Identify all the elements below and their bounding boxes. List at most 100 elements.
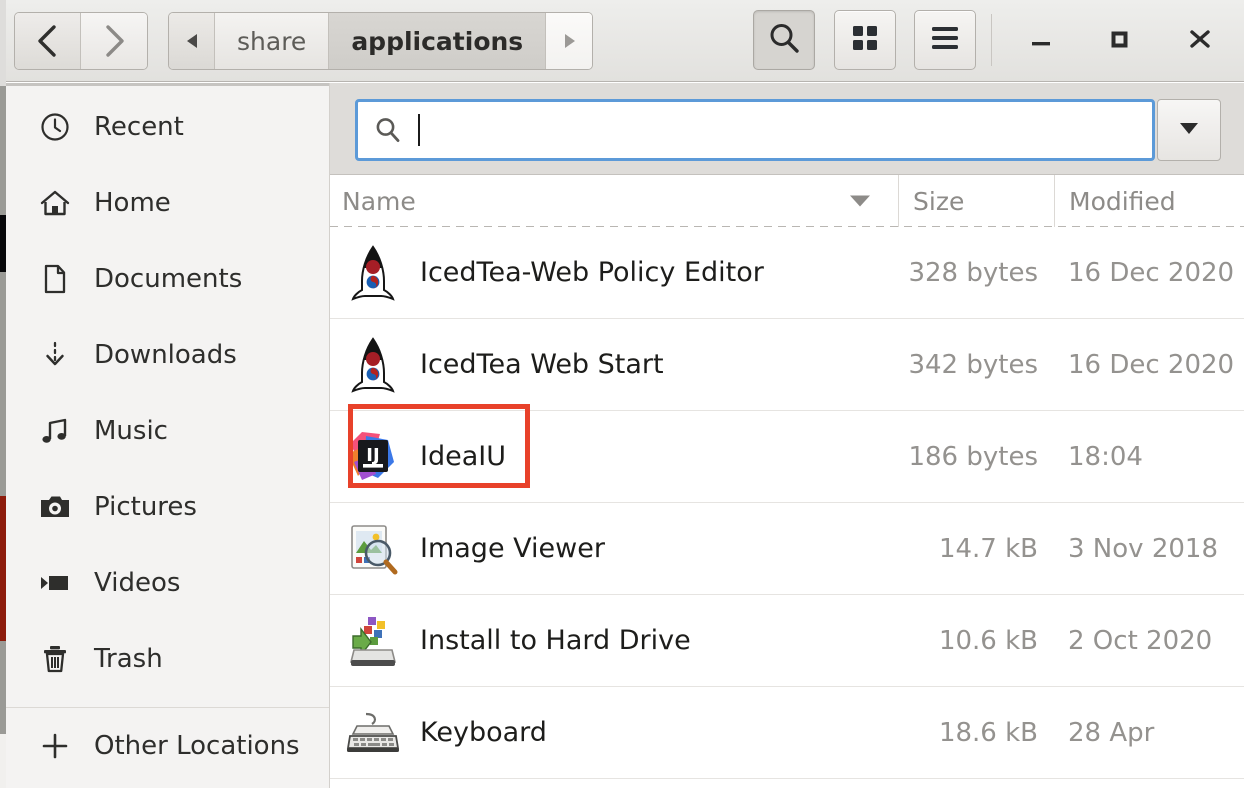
file-manager-window: share applications Recent Home Documents… [0,0,1244,788]
sidebar-item-label: Videos [94,568,181,598]
triangle-right-icon [562,27,576,56]
breadcrumb-item-applications[interactable]: applications [329,13,547,69]
icedtea-rocket-icon [342,242,404,304]
sidebar-item-trash[interactable]: Trash [6,621,329,697]
table-row[interactable]: IJ IdeaIU 186 bytes 18:04 [330,411,1244,503]
svg-text:IJ: IJ [366,445,379,466]
column-header-modified[interactable]: Modified [1054,175,1244,227]
file-size: 10.6 kB [938,625,1038,656]
column-header-label: Modified [1069,186,1176,216]
navigation-button-group [14,12,148,70]
sort-descending-icon [850,195,870,207]
sidebar-item-pictures[interactable]: Pictures [6,469,329,545]
search-input[interactable] [355,99,1155,161]
search-toggle-button[interactable] [753,10,815,70]
search-bar [330,83,1244,175]
column-header-label: Name [342,186,416,216]
file-modified: 3 Nov 2018 [1068,533,1218,564]
sidebar-item-label: Other Locations [94,731,300,761]
plus-icon [36,730,74,762]
sidebar-item-downloads[interactable]: Downloads [6,317,329,393]
image-viewer-icon [342,518,404,580]
sidebar-item-label: Downloads [94,340,237,370]
main-menu-button[interactable] [914,10,976,70]
file-modified: 16 Dec 2020 [1068,257,1235,288]
sidebar-scroll-indicator[interactable] [6,83,329,86]
sidebar-item-music[interactable]: Music [6,393,329,469]
text-cursor [418,114,420,146]
file-modified: 18:04 [1068,441,1143,472]
file-name-cell: Image Viewer [330,518,898,580]
window-maximize-button[interactable] [1090,12,1148,70]
file-modified: 2 Oct 2020 [1068,625,1213,656]
music-note-icon [36,415,74,447]
sidebar-item-documents[interactable]: Documents [6,241,329,317]
sidebar-item-videos[interactable]: Videos [6,545,329,621]
file-name: IcedTea-Web Policy Editor [420,257,764,288]
table-row[interactable]: Install to Hard Drive 10.6 kB 2 Oct 2020 [330,595,1244,687]
file-name-cell: IJ IdeaIU [330,426,898,488]
close-icon [1185,24,1215,58]
sidebar-item-label: Recent [94,112,184,142]
search-icon [374,116,404,144]
download-icon [36,339,74,371]
file-name-cell: IcedTea-Web Policy Editor [330,242,898,304]
sidebar-item-label: Pictures [94,492,197,522]
background-edge-dark-segment [0,215,6,272]
intellij-idea-icon: IJ [342,426,404,488]
file-name-cell: IcedTea Web Start [330,334,898,396]
breadcrumb: share applications [168,12,594,70]
back-button[interactable] [15,13,81,69]
file-modified: 16 Dec 2020 [1068,349,1235,380]
background-edge-top-segment [0,0,6,86]
file-name-cell: Keyboard [330,702,898,764]
view-mode-grid-button[interactable] [834,10,896,70]
chevron-down-icon [1178,120,1200,140]
column-header-label: Size [913,186,965,216]
file-name: Install to Hard Drive [420,625,691,656]
maximize-icon [1105,25,1133,57]
home-icon [36,187,74,219]
file-size: 342 bytes [908,349,1038,380]
triangle-left-icon [185,27,199,56]
breadcrumb-scroll-right-button[interactable] [546,13,593,69]
file-list: IcedTea-Web Policy Editor 328 bytes 16 D… [330,227,1244,788]
minimize-icon [1027,25,1055,57]
sidebar-item-label: Trash [94,644,163,674]
column-header-name[interactable]: Name [330,175,898,227]
camera-icon [36,491,74,523]
sidebar-item-other-locations[interactable]: Other Locations [6,708,329,784]
window-minimize-button[interactable] [1012,12,1070,70]
header-bar: share applications [0,0,1244,82]
install-harddrive-icon [342,610,404,672]
grid-view-icon [851,24,879,56]
breadcrumb-item-share[interactable]: share [215,13,330,69]
main-content: Name Size Modified IcedTea-Web Policy Ed… [330,83,1244,788]
file-size: 328 bytes [908,257,1038,288]
sidebar-places-list: Recent Home Documents Downloads Music Pi… [6,89,329,784]
video-icon [36,567,74,599]
sidebar-item-home[interactable]: Home [6,165,329,241]
file-name: IdeaIU [420,441,506,472]
search-filter-dropdown-button[interactable] [1157,99,1221,161]
sidebar-item-label: Music [94,416,168,446]
column-header-size[interactable]: Size [898,175,1054,227]
document-icon [36,263,74,295]
column-headers: Name Size Modified [330,175,1244,227]
chevron-right-icon [101,23,127,59]
icedtea-rocket-icon [342,334,404,396]
table-row[interactable]: Keyboard 18.6 kB 28 Apr [330,687,1244,779]
table-row[interactable]: IcedTea-Web Policy Editor 328 bytes 16 D… [330,227,1244,319]
forward-button[interactable] [81,13,147,69]
sidebar-item-recent[interactable]: Recent [6,89,329,165]
breadcrumb-scroll-left-button[interactable] [169,13,215,69]
background-edge-red-segment [0,496,6,641]
table-row[interactable]: IcedTea Web Start 342 bytes 16 Dec 2020 [330,319,1244,411]
file-name: Keyboard [420,717,547,748]
window-close-button[interactable] [1171,12,1229,70]
background-window-edge [0,0,6,788]
file-modified: 28 Apr [1068,717,1155,748]
file-name: IcedTea Web Start [420,349,664,380]
sidebar-item-label: Home [94,188,171,218]
table-row[interactable]: Image Viewer 14.7 kB 3 Nov 2018 [330,503,1244,595]
